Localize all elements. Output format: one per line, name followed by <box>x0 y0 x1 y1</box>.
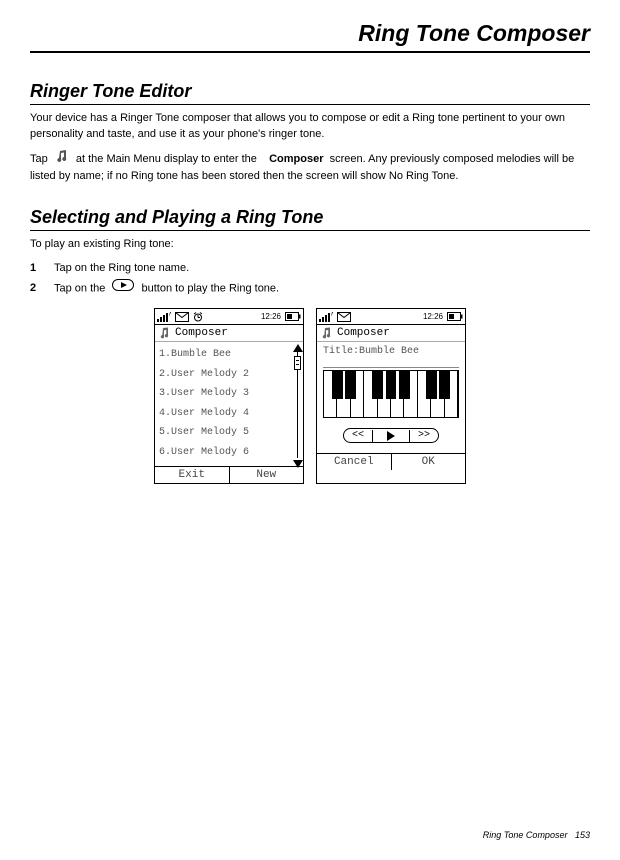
p2-mid: at the Main Menu display to enter the <box>76 153 257 165</box>
list-item[interactable]: 2.User Melody 2 <box>159 365 299 385</box>
phone-editor: 12:26 Composer Title:Bumble Bee <box>316 308 466 484</box>
step2-num: 2 <box>30 279 40 298</box>
footer-label: Ring Tone Composer <box>483 830 568 840</box>
music-note-icon <box>55 149 69 169</box>
softkeys-right: Cancel OK <box>317 453 465 470</box>
status-time-right: 12:26 <box>423 312 443 321</box>
list-item[interactable]: 5.User Melody 5 <box>159 423 299 443</box>
new-button[interactable]: New <box>230 467 304 483</box>
softkeys-left: Exit New <box>155 466 303 483</box>
piano-keyboard[interactable] <box>323 370 459 418</box>
ok-button[interactable]: OK <box>392 454 466 470</box>
mail-icon <box>175 312 189 322</box>
play-button-icon <box>112 279 134 298</box>
steps-list: 1 Tap on the Ring tone name. 2 Tap on th… <box>30 259 590 299</box>
music-note-small-icon <box>321 327 333 339</box>
statusbar-left: 12:26 <box>155 309 303 325</box>
step2-before: Tap on the <box>54 283 105 295</box>
step-1: 1 Tap on the Ring tone name. <box>30 259 590 278</box>
screens-row: 12:26 Composer 1.Bumble Bee 2.User Melod… <box>30 308 590 484</box>
scroll-down-icon[interactable] <box>293 458 303 466</box>
list-item[interactable]: 6.User Melody 6 <box>159 443 299 463</box>
mail-icon <box>337 312 351 322</box>
section1-title: Ringer Tone Editor <box>30 81 590 105</box>
scrollbar[interactable] <box>293 342 303 466</box>
play-icon <box>387 431 395 441</box>
signal-icon <box>319 312 333 322</box>
step-2: 2 Tap on the button to play the Ring ton… <box>30 279 590 298</box>
melody-list: 1.Bumble Bee 2.User Melody 2 3.User Melo… <box>155 342 303 466</box>
chapter-title: Ring Tone Composer <box>30 20 590 53</box>
step2-after: button to play the Ring tone. <box>142 283 280 295</box>
page-footer: Ring Tone Composer 153 <box>483 830 590 840</box>
battery-icon <box>285 312 301 321</box>
phone-list: 12:26 Composer 1.Bumble Bee 2.User Melod… <box>154 308 304 484</box>
scroll-thumb[interactable] <box>294 356 301 370</box>
list-item[interactable]: 3.User Melody 3 <box>159 384 299 404</box>
signal-icon <box>157 312 171 322</box>
p2-before: Tap <box>30 153 48 165</box>
music-note-small-icon <box>159 327 171 339</box>
cancel-button[interactable]: Cancel <box>317 454 392 470</box>
list-item[interactable]: 4.User Melody 4 <box>159 404 299 424</box>
list-item[interactable]: 1.Bumble Bee <box>159 345 299 365</box>
next-button[interactable]: >> <box>410 429 438 442</box>
step1-num: 1 <box>30 259 40 278</box>
play-button[interactable] <box>372 430 410 442</box>
p2-composer-word: Composer <box>269 153 323 165</box>
section2-intro: To play an existing Ring tone: <box>30 237 590 253</box>
prev-button[interactable]: << <box>344 429 372 442</box>
melody-title: Title:Bumble Bee <box>323 346 459 368</box>
alarm-icon <box>193 312 203 322</box>
app-title-right: Composer <box>337 327 390 339</box>
section-selecting: Selecting and Playing a Ring Tone To pla… <box>30 207 590 485</box>
exit-button[interactable]: Exit <box>155 467 230 483</box>
section-ringer-editor: Ringer Tone Editor Your device has a Rin… <box>30 81 590 185</box>
step1-text: Tap on the Ring tone name. <box>54 259 189 278</box>
battery-icon <box>447 312 463 321</box>
footer-page: 153 <box>575 830 590 840</box>
step2-text: Tap on the button to play the Ring tone. <box>54 279 279 298</box>
section1-p1: Your device has a Ringer Tone composer t… <box>30 111 590 143</box>
titlebar-left: Composer <box>155 325 303 342</box>
scroll-up-icon[interactable] <box>293 342 303 350</box>
statusbar-right: 12:26 <box>317 309 465 325</box>
app-title-left: Composer <box>175 327 228 339</box>
section1-p2: Tap at the Main Menu display to enter th… <box>30 149 590 185</box>
transport-controls: << >> <box>323 428 459 443</box>
editor-area: Title:Bumble Bee << <box>317 342 465 453</box>
status-time-left: 12:26 <box>261 312 281 321</box>
section2-title: Selecting and Playing a Ring Tone <box>30 207 590 231</box>
titlebar-right: Composer <box>317 325 465 342</box>
